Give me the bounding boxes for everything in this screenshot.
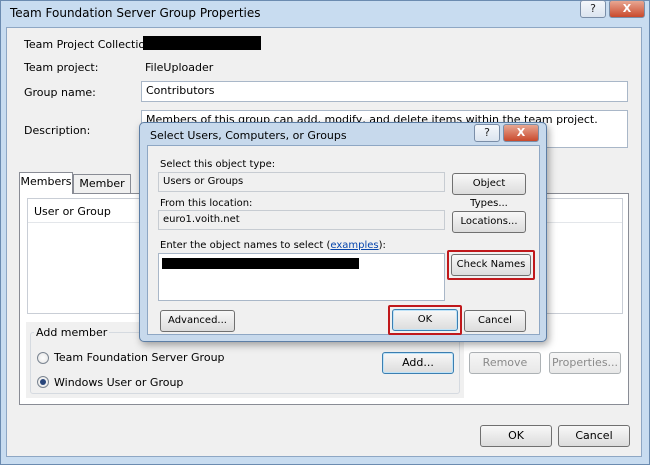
- dialog-ok-button[interactable]: OK: [392, 309, 458, 331]
- help-button[interactable]: ?: [580, 0, 606, 18]
- object-names-label-prefix: Enter the object names to select (: [160, 240, 331, 251]
- dialog-close-button[interactable]: X: [503, 124, 539, 142]
- radio-tfs-group-label[interactable]: Team Foundation Server Group: [54, 351, 225, 364]
- dialog-help-button[interactable]: ?: [474, 124, 500, 142]
- object-names-label-suffix: ):: [378, 240, 386, 251]
- location-label: From this location:: [160, 198, 253, 209]
- locations-button[interactable]: Locations...: [452, 211, 526, 233]
- radio-windows-user[interactable]: [37, 376, 49, 388]
- project-value: FileUploader: [145, 61, 214, 74]
- examples-link[interactable]: examples: [330, 240, 378, 251]
- column-user-or-group[interactable]: User or Group: [34, 205, 111, 218]
- project-label: Team project:: [24, 61, 99, 74]
- description-label: Description:: [24, 124, 91, 137]
- object-types-button[interactable]: Object Types...: [452, 173, 526, 209]
- object-type-field: Users or Groups: [158, 172, 445, 192]
- dialog-cancel-button[interactable]: Cancel: [464, 310, 526, 332]
- collection-value-redacted: [143, 36, 261, 50]
- tab-members[interactable]: Members: [19, 172, 73, 194]
- remove-button[interactable]: Remove: [469, 352, 541, 374]
- close-button[interactable]: X: [609, 0, 645, 18]
- window-title: Team Foundation Server Group Properties: [10, 6, 261, 20]
- add-button[interactable]: Add...: [382, 352, 454, 374]
- add-member-legend: Add member: [34, 326, 110, 339]
- radio-tfs-group[interactable]: [37, 352, 49, 364]
- dialog-title: Select Users, Computers, or Groups: [150, 129, 347, 142]
- properties-button[interactable]: Properties...: [549, 352, 621, 374]
- group-name-field[interactable]: Contributors: [141, 81, 628, 102]
- cancel-button[interactable]: Cancel: [558, 425, 630, 447]
- object-type-label: Select this object type:: [160, 159, 276, 170]
- group-name-label: Group name:: [24, 86, 96, 99]
- location-field: euro1.voith.net: [158, 210, 445, 230]
- ok-button[interactable]: OK: [480, 425, 552, 447]
- radio-windows-user-label[interactable]: Windows User or Group: [54, 376, 183, 389]
- check-names-button[interactable]: Check Names: [451, 254, 531, 276]
- tab-member-of[interactable]: Member of: [73, 174, 131, 208]
- object-names-label: Enter the object names to select (exampl…: [160, 240, 386, 251]
- advanced-button[interactable]: Advanced...: [160, 310, 235, 332]
- object-names-redacted: [162, 258, 359, 269]
- collection-label: Team Project Collection:: [24, 38, 156, 51]
